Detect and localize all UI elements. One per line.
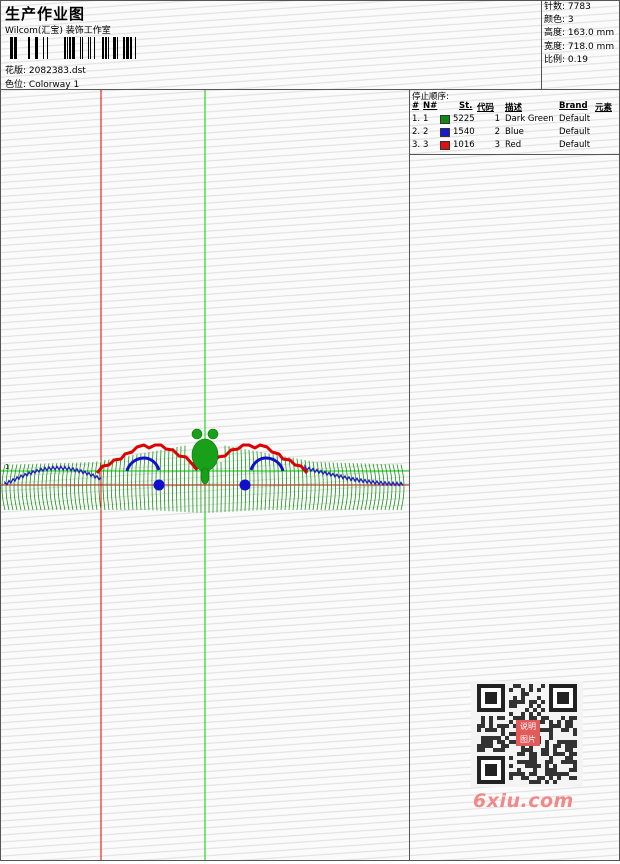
embroidery-canvas: 1: [1, 90, 409, 860]
color-swatch: [440, 115, 450, 124]
stat-stitches: 针数: 7783: [544, 2, 591, 12]
page-title: 生产作业图: [5, 5, 86, 23]
design-preview: 1: [1, 90, 410, 860]
stat-width: 宽度: 718.0 mm: [544, 41, 615, 52]
stat-scale: 比例: 0.19: [544, 54, 588, 65]
design-file-label: 花版:: [5, 66, 27, 76]
stop-table-header: # N# St. 代码 描述 Brand 元素: [412, 101, 613, 113]
design-file-name: 2082383.dst: [28, 66, 86, 76]
blue-right-knot: [239, 479, 251, 491]
colorway-name: Colorway 1: [28, 80, 80, 90]
company-name: Wilcom(汇宝) 装饰工作室: [5, 26, 111, 36]
stat-height: 高度: 163.0 mm: [544, 28, 615, 39]
stop-row: 3. 3 1016 3 Red Default: [412, 140, 591, 150]
stat-colors: 颜色: 3: [544, 15, 574, 26]
barcode: [10, 37, 136, 59]
stats-panel: 针数: 7783 颜色: 3 高度: 163.0 mm 宽度: 718.0 mm…: [541, 1, 620, 89]
color-swatch: [440, 128, 450, 137]
stop-row: 1. 1 5225 1 Dark Green Default: [412, 114, 591, 124]
colorway-line: 色位: Colorway 1: [5, 77, 79, 90]
watermark-text: 6xiu.com: [473, 790, 574, 812]
color-swatch: [440, 141, 450, 150]
stop-sequence-panel: 停止顺序: # N# St. 代码 描述 Brand 元素 1. 1 5225 1 Da…: [410, 90, 619, 155]
design-file-line: 花版: 2082383.dst: [5, 63, 86, 76]
production-worksheet: 生产作业图 Wilcom(汇宝) 装饰工作室 花版: 2082383.dst 色…: [0, 0, 620, 861]
worksheet-header: 生产作业图 Wilcom(汇宝) 装饰工作室 花版: 2082383.dst 色…: [1, 1, 619, 90]
watermark-stamp: 说明 图片: [516, 720, 540, 746]
blue-left-knot: [153, 479, 165, 491]
colorway-label: 色位:: [5, 80, 27, 90]
stop-row: 2. 2 1540 2 Blue Default: [412, 127, 591, 137]
